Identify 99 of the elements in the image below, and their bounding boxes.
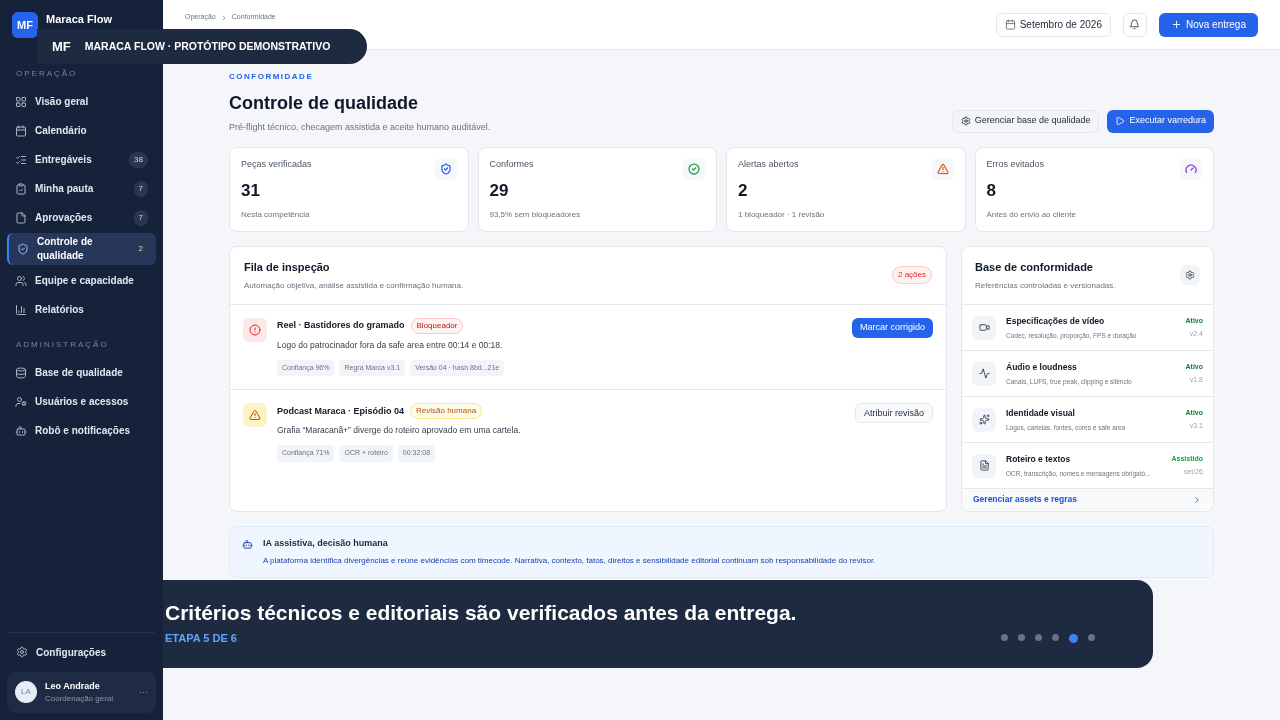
user-card[interactable]: LA Leo Andrade Coordenação geral ··· <box>7 671 156 713</box>
new-delivery-button[interactable]: Nova entrega <box>1158 12 1258 37</box>
inspection-description: Grafia “Maracanã+” diverge do roteiro aprovado em uma cartela. <box>277 424 522 437</box>
rule-title: Especificações de vídeo <box>1006 314 1106 328</box>
panel-title: Fila de inspeção <box>244 259 331 275</box>
grid-icon <box>15 95 27 108</box>
inspection-title: Podcast Maraca · Episódio 04 <box>277 404 405 418</box>
user-icon <box>15 395 27 408</box>
nav-item[interactable]: Visão geral <box>7 88 156 115</box>
inspection-action-button[interactable]: Marcar corrigido <box>851 318 933 338</box>
count-badge: 7 <box>133 209 148 226</box>
calendar-icon <box>1004 19 1016 30</box>
rule-title: Identidade visual <box>1006 406 1076 420</box>
sparkle-icon <box>978 414 990 425</box>
shield-icon <box>17 243 29 255</box>
rule-title: Roteiro e textos <box>1006 452 1072 466</box>
nav-item[interactable]: Equipe e capacidade <box>7 267 156 294</box>
actions-count-badge: 2 ações <box>891 266 932 285</box>
app-logo: MF <box>12 12 38 38</box>
page-eyebrow: CONFORMIDADE <box>229 71 315 83</box>
step-indicator: ETAPA 5 DE 6 <box>165 631 238 646</box>
notifications-button[interactable] <box>1122 12 1147 37</box>
robot-icon <box>242 538 253 550</box>
clipboard-icon <box>15 182 27 195</box>
nav-section-title: OPERAÇÃO <box>15 68 79 80</box>
count-badge: 38 <box>129 151 148 168</box>
check-circle-icon <box>688 162 700 175</box>
rule-title: Áudio e loudness <box>1006 360 1078 374</box>
stat-label: Peças verificadas <box>241 157 312 171</box>
bar-chart-icon <box>15 303 27 316</box>
nav-item[interactable]: Controle de qualidade 2 <box>7 233 156 265</box>
notice-text: A plataforma identifica divergências e reúne evidências com timecode. Narrativa, contexto, fatos, direitos e sensibilidade editorial continuam sob responsabilidade do revisor. <box>263 555 876 567</box>
settings-button[interactable] <box>1180 265 1200 286</box>
settings-link[interactable]: Configurações <box>0 632 163 672</box>
stat-note: Nesta competência <box>241 209 311 221</box>
run-scan-button[interactable]: Executar varredura <box>1107 109 1214 133</box>
shield-icon <box>439 162 452 175</box>
stat-note: 1 bloqueador · 1 revisão <box>738 209 826 221</box>
bell-icon <box>1129 19 1141 30</box>
caption-text: Critérios técnicos e editoriais são verificados antes da entrega. <box>165 600 798 626</box>
gauge-icon <box>1185 162 1197 175</box>
nav-item[interactable]: Entregáveis 38 <box>7 146 156 173</box>
stat-note: 93,5% sem bloqueadores <box>489 209 582 221</box>
manage-base-button[interactable]: Gerenciar base de qualidade <box>951 109 1100 133</box>
warning-icon <box>249 409 261 422</box>
document-icon <box>978 460 990 471</box>
nav-item[interactable]: Calendário <box>7 117 156 144</box>
panel-title: Base de conformidade <box>975 259 1094 275</box>
stat-label: Conformes <box>489 157 534 171</box>
inspection-action-button[interactable]: Atribuir revisão <box>854 403 933 424</box>
settings-icon <box>1185 270 1195 281</box>
more-button[interactable]: ··· <box>139 685 148 699</box>
nav-item[interactable]: Minha pauta 7 <box>7 175 156 202</box>
users-icon <box>15 274 27 287</box>
alert-circle-icon <box>249 324 261 336</box>
app-name: Maraca Flow <box>46 13 113 26</box>
panel-subtitle: Referências controladas e versionadas. <box>975 280 1117 292</box>
inspection-title: Reel · Bastidores do gramado <box>277 319 405 333</box>
settings-icon <box>16 646 28 658</box>
severity-tag: Bloqueador <box>410 318 464 334</box>
stat-label: Alertas abertos <box>738 157 799 171</box>
stat-value: 31 <box>241 179 261 202</box>
inspection-description: Logo do patrocinador fora da safe area entre 00:14 e 00:18. <box>277 339 504 352</box>
nav-item[interactable]: Aprovações 7 <box>7 204 156 231</box>
nav-item[interactable]: Base de qualidade <box>7 359 156 386</box>
play-icon <box>1115 116 1126 126</box>
notice-title: IA assistiva, decisão humana <box>263 536 389 550</box>
panel-subtitle: Automação objetiva, análise assistida e confirmação humana. <box>244 280 465 292</box>
stat-label: Erros evitados <box>986 157 1045 171</box>
count-badge: 2 <box>133 241 148 257</box>
period-selector[interactable]: Setembro de 2026 <box>995 12 1111 37</box>
file-icon <box>15 211 27 224</box>
stat-value: 8 <box>986 179 997 202</box>
stat-value: 2 <box>738 179 749 202</box>
user-role: Coordenação geral <box>45 693 115 705</box>
stat-value: 29 <box>489 179 510 202</box>
severity-tag: Revisão humana <box>410 403 483 420</box>
nav-section-title: ADMINISTRAÇÃO <box>15 339 110 351</box>
count-badge: 7 <box>133 180 148 197</box>
database-icon <box>15 366 27 379</box>
nav-item[interactable]: Relatórios <box>7 296 156 323</box>
settings-icon <box>960 116 971 126</box>
page-title: Controle de qualidade <box>229 92 420 115</box>
calendar-icon <box>15 124 27 137</box>
user-avatar: LA <box>15 681 37 704</box>
checklist-icon <box>15 153 27 166</box>
banner-logo: MF <box>52 37 71 56</box>
pulse-icon <box>978 368 990 379</box>
chevron-icon <box>1192 494 1202 505</box>
page-subtitle: Pré-flight técnico, checagem assistida e aceite humano auditável. <box>229 121 492 134</box>
nav-item[interactable]: Robô e notificações <box>7 417 156 444</box>
nav-item[interactable]: Usuários e acessos <box>7 388 156 415</box>
robot-icon <box>15 424 27 437</box>
warning-icon <box>936 162 949 175</box>
plus-icon <box>1170 19 1182 30</box>
stat-note: Antes do envio ao cliente <box>986 209 1077 221</box>
user-name: Leo Andrade <box>45 679 101 693</box>
banner-text: MARACA FLOW · PROTÓTIPO DEMONSTRATIVO <box>84 38 331 54</box>
video-camera-icon <box>978 322 990 333</box>
